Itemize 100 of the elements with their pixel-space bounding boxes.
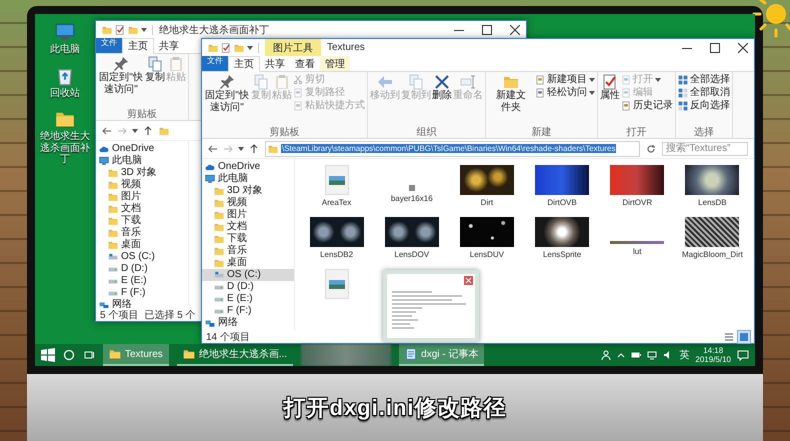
nav-item[interactable]: E (E:) (202, 293, 294, 305)
nav-item[interactable]: D (D:) (202, 281, 294, 293)
nav-item[interactable]: F (F:) (202, 305, 294, 317)
grid-icon (678, 101, 688, 111)
nav-item[interactable]: 3D 对象 (202, 185, 294, 197)
nav-item[interactable]: 音乐 (202, 245, 294, 257)
ribbon-tab[interactable]: 主页 (228, 56, 260, 72)
file-item[interactable]: bayer16x16 (376, 165, 448, 215)
nav-item[interactable]: OS (C:) (202, 269, 294, 281)
network-icon[interactable] (647, 350, 658, 360)
desktop-shortcut[interactable]: 绝地求生大逃杀画面补丁 (38, 109, 92, 166)
image-thumbnail (535, 165, 590, 195)
ribbon-button[interactable]: 新建文件夹 (488, 74, 534, 127)
ribbon-button[interactable]: 历史记录 (621, 100, 673, 112)
file-item[interactable]: LensSprite (526, 217, 598, 267)
close-icon[interactable] (510, 24, 520, 34)
ribbon-button[interactable]: 复制 (145, 56, 165, 109)
folder-icon (214, 198, 224, 208)
chevron-up-icon[interactable] (617, 351, 626, 359)
text-cursor-icon (460, 74, 476, 90)
nav-item[interactable]: 视频 (202, 197, 294, 209)
ribbon-group-label: 选择 (693, 127, 715, 138)
desktop-shortcut[interactable]: 此电脑 (38, 22, 92, 56)
ribbon-button[interactable]: 全部选择 (678, 74, 730, 86)
taskbar-button[interactable]: 绝地求生大逃杀画... (176, 344, 294, 366)
ribbon-group-label: 剪贴板 (126, 109, 158, 120)
file-item[interactable]: LensDB2 (301, 217, 372, 267)
checklist-icon[interactable] (115, 24, 125, 34)
file-item[interactable]: DirtOVB (526, 165, 598, 215)
file-item[interactable]: DirtOVR (602, 165, 673, 215)
desktop-shortcut[interactable]: 回收站 (38, 66, 92, 99)
nav-item[interactable]: 桌面 (202, 257, 294, 269)
nav-item[interactable]: F (F:) (96, 287, 188, 299)
nav-item[interactable]: 网络 (96, 299, 188, 308)
taskbar-button[interactable]: dxgi - 记事本 (399, 344, 484, 366)
file-item[interactable]: LensDB (676, 165, 748, 215)
file-item[interactable]: Dirt (451, 165, 522, 215)
ribbon-tab[interactable]: 共享 (260, 56, 290, 71)
ribbon-button[interactable]: 属性 (600, 74, 620, 127)
file-item[interactable]: LensDOV (376, 217, 448, 267)
nav-item[interactable]: OS (C:) (96, 251, 188, 263)
nav-item[interactable]: E (E:) (96, 275, 188, 287)
file-item[interactable]: lut (602, 217, 673, 267)
address-field[interactable]: \SteamLibrary\steamapps\common\PUBG\TslGame\Binaries\Win64\reshade-shaders\Textures (265, 140, 640, 156)
ribbon-button[interactable]: 固定到"快速访问" (98, 56, 144, 109)
image-thumbnail (610, 241, 664, 244)
nav-item[interactable]: 3D 对象 (96, 167, 188, 179)
search-field[interactable]: 搜索“Textures” (662, 142, 748, 156)
nav-item[interactable]: OneDrive (202, 161, 294, 173)
nav-item[interactable]: 此电脑 (202, 173, 294, 185)
search-icon[interactable] (63, 349, 75, 361)
ribbon-tab[interactable]: 管理 (320, 56, 350, 71)
back-arrow-icon[interactable] (208, 144, 218, 154)
start-icon[interactable] (41, 348, 55, 362)
checklist-icon[interactable] (221, 42, 231, 52)
ribbon-tab[interactable]: 文件 (202, 56, 228, 71)
nav-item[interactable]: 文档 (202, 221, 294, 233)
nav-item[interactable]: OneDrive (96, 143, 188, 155)
large-icons-view-icon[interactable] (738, 330, 750, 342)
task-view-icon[interactable] (83, 349, 95, 361)
nav-item[interactable]: 此电脑 (96, 155, 188, 167)
nav-item[interactable]: 图片 (202, 209, 294, 221)
nav-item[interactable]: D (D:) (96, 263, 188, 275)
maximize-icon[interactable] (482, 24, 492, 34)
up-arrow-icon[interactable] (249, 144, 259, 154)
ribbon-tab[interactable]: 共享 (154, 38, 184, 53)
nav-item[interactable]: 下载 (96, 215, 188, 227)
ribbon-tab[interactable]: 主页 (122, 38, 154, 54)
battery-icon[interactable] (631, 351, 642, 359)
ribbon-button[interactable]: 全部取消 (678, 87, 730, 99)
file-item[interactable]: AreaTex (301, 165, 372, 215)
ribbon-button[interactable]: 反向选择 (678, 100, 730, 112)
nav-item[interactable]: 视频 (96, 179, 188, 191)
input-method-indicator[interactable]: 英 (679, 348, 690, 362)
nav-item[interactable]: 音乐 (96, 227, 188, 239)
nav-item[interactable]: 图片 (96, 191, 188, 203)
back-arrow-icon[interactable] (102, 126, 112, 136)
folder-icon (108, 168, 118, 178)
nav-item[interactable]: 下载 (202, 233, 294, 245)
ribbon-tab[interactable]: 文件 (96, 38, 122, 53)
details-view-icon[interactable] (723, 330, 735, 342)
file-item[interactable]: LensDUV (451, 217, 522, 267)
folder-icon (182, 348, 195, 360)
ribbon-tab[interactable]: 查看 (290, 56, 320, 71)
nav-item[interactable]: 文档 (96, 203, 188, 215)
ribbon-button[interactable]: 固定到"快速访问" (204, 74, 250, 127)
taskbar-button[interactable]: Textures (103, 344, 169, 366)
up-arrow-icon[interactable] (143, 126, 153, 136)
image-thumbnail (685, 165, 740, 195)
people-icon[interactable] (601, 350, 612, 360)
file-item[interactable]: MagicBloom_Dirt (676, 217, 748, 267)
refresh-icon[interactable] (646, 144, 656, 154)
ribbon-button[interactable]: 删除 (432, 74, 452, 127)
notification-icon[interactable] (737, 349, 749, 361)
ribbon-button[interactable]: 新建项目 (535, 74, 595, 86)
ribbon-button[interactable]: 轻松访问 (535, 87, 595, 99)
close-icon[interactable] (738, 42, 748, 52)
nav-item[interactable]: 网络 (202, 317, 294, 329)
maximize-icon[interactable] (710, 42, 720, 52)
nav-item[interactable]: 桌面 (96, 239, 188, 251)
